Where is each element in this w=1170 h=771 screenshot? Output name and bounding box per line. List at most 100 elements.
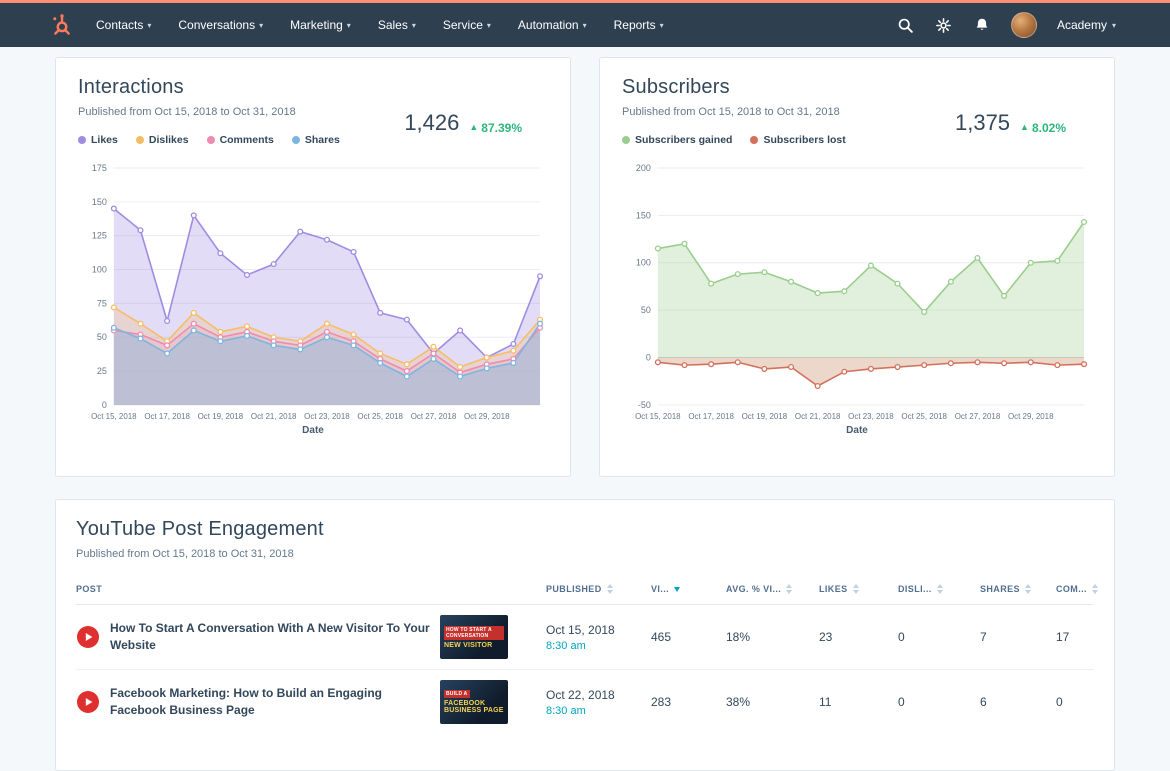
gear-icon[interactable] [935,16,953,34]
svg-text:Oct 17, 2018: Oct 17, 2018 [688,412,734,421]
post-title-link[interactable]: Facebook Marketing: How to Build an Enga… [110,685,430,719]
post-title-link[interactable]: How To Start A Conversation With A New V… [110,620,430,654]
svg-text:Oct 27, 2018: Oct 27, 2018 [411,412,457,421]
chevron-down-icon: ▾ [486,21,491,30]
published-date: Oct 22, 2018 [546,687,615,702]
subscribers-line-chart: -50 0 50 100 150 200 Oct 15, 2018 Oct 17, 2018 O… [622,158,1092,425]
sort-icon[interactable] [936,584,943,594]
chevron-down-icon: ▾ [259,21,264,30]
svg-text:Oct 15, 2018: Oct 15, 2018 [91,412,137,421]
video-thumbnail: HOW TO START A CONVERSATION NEW VISITOR [440,615,508,659]
interactions-total: 1,426 ▲ 87.39% [404,110,522,136]
legend-label: Dislikes [148,134,189,146]
youtube-icon [76,690,100,714]
legend-label: Subscribers gained [635,134,733,146]
legend-item-comments[interactable]: Comments [206,134,274,146]
legend-dot [135,136,144,144]
svg-text:Oct 27, 2018: Oct 27, 2018 [955,412,1001,421]
svg-text:0: 0 [646,353,651,363]
chevron-down-icon: ▾ [147,21,152,30]
svg-text:50: 50 [641,305,651,315]
sort-icon[interactable] [786,584,793,594]
delta-value: 87.39% [481,120,522,135]
published-time: 8:30 am [546,639,586,652]
notifications-bell-icon[interactable] [973,16,991,34]
up-arrow-icon: ▲ [469,122,479,132]
chevron-down-icon: ▾ [346,21,351,30]
svg-text:Oct 29, 2018: Oct 29, 2018 [1008,412,1054,421]
column-header-dislikes[interactable]: DISLI... [898,584,980,594]
academy-label: Academy [1056,18,1107,32]
search-icon[interactable] [897,16,915,34]
nav-item-marketing[interactable]: Marketing ▾ [290,18,351,32]
sort-desc-icon[interactable] [674,586,681,592]
svg-text:0: 0 [102,400,107,410]
nav-item-automation[interactable]: Automation ▾ [518,18,587,32]
nav-item-label: Reports [613,18,656,32]
nav-item-service[interactable]: Service ▾ [443,18,491,32]
column-header-avg-viewed[interactable]: AVG. % VI... [726,584,819,594]
legend-dot [750,136,759,144]
nav-item-label: Contacts [96,18,144,32]
nav-item-sales[interactable]: Sales ▾ [378,18,416,32]
nav-menu: Contacts ▾ Conversations ▾ Marketing ▾ Sale… [96,18,664,32]
svg-text:Oct 21, 2018: Oct 21, 2018 [795,412,841,421]
card-title: Interactions [78,76,184,98]
user-avatar[interactable] [1010,12,1037,38]
svg-text:100: 100 [636,258,651,268]
nav-item-contacts[interactable]: Contacts ▾ [96,18,151,32]
chevron-down-icon: ▾ [582,21,587,30]
nav-item-label: Conversations [178,18,256,32]
svg-text:125: 125 [92,231,107,241]
sort-icon[interactable] [1091,584,1098,594]
nav-utilities: Academy ▾ [897,12,1116,38]
nav-item-reports[interactable]: Reports ▾ [614,18,664,32]
interactions-line-chart: 0 25 50 75 100 125 150 175 Oct 15, 2018 Oct 17, 2… [78,158,548,425]
subscribers-card: Subscribers Published from Oct 15, 2018 … [599,57,1115,477]
legend-item-dislikes[interactable]: Dislikes [135,134,189,146]
sort-icon[interactable] [1024,584,1031,594]
avg-viewed-cell: 38% [726,695,751,709]
card-subtitle: Published from Oct 15, 2018 to Oct 31, 2… [76,548,294,560]
x-axis-label: Date [302,424,324,436]
total-value: 1,426 [404,110,460,135]
avg-viewed-cell: 18% [726,630,751,644]
post-cell[interactable]: How To Start A Conversation With A New V… [76,615,546,659]
column-header-published[interactable]: PUBLISHED [546,584,651,594]
nav-item-conversations[interactable]: Conversations ▾ [178,18,263,32]
sort-icon[interactable] [606,584,613,594]
nav-item-label: Automation [517,18,579,32]
hubspot-logo[interactable] [50,13,74,37]
comments-cell: 0 [1056,695,1063,709]
svg-text:100: 100 [92,265,107,275]
legend-item-lost[interactable]: Subscribers lost [750,134,846,146]
post-cell[interactable]: Facebook Marketing: How to Build an Enga… [76,680,546,724]
column-header-shares[interactable]: SHARES [980,584,1056,594]
column-header-views[interactable]: VI... [651,584,726,594]
legend-dot [622,136,630,144]
legend-item-likes[interactable]: Likes [78,134,118,146]
table-row[interactable]: How To Start A Conversation With A New V… [76,605,1094,670]
legend-item-shares[interactable]: Shares [291,134,340,146]
sort-icon[interactable] [852,584,859,594]
thumbnail-caption-text: FACEBOOK BUSINESS PAGE [444,700,504,714]
nav-item-label: Service [442,18,483,32]
change-badge: ▲ 87.39% [469,121,522,135]
chevron-down-icon: ▾ [1111,21,1116,30]
shares-cell: 6 [980,695,987,709]
column-header-likes[interactable]: LIKES [819,584,898,594]
nav-item-label: Marketing [290,18,343,32]
column-header-comments[interactable]: COM... [1056,584,1098,594]
academy-menu[interactable]: Academy ▾ [1057,18,1116,32]
svg-text:Oct 21, 2018: Oct 21, 2018 [251,412,297,421]
thumbnail-tag-text: BUILD A [444,690,470,698]
legend-dot [78,136,86,144]
delta-value: 8.02% [1031,120,1066,135]
legend-label: Shares [304,134,340,146]
x-axis-label: Date [846,424,868,436]
thumbnail-caption-text: NEW VISITOR [444,641,493,649]
legend-item-gained[interactable]: Subscribers gained [622,134,732,146]
legend-label: Likes [91,134,118,146]
table-row[interactable]: Facebook Marketing: How to Build an Enga… [76,670,1094,734]
svg-text:150: 150 [636,210,651,220]
